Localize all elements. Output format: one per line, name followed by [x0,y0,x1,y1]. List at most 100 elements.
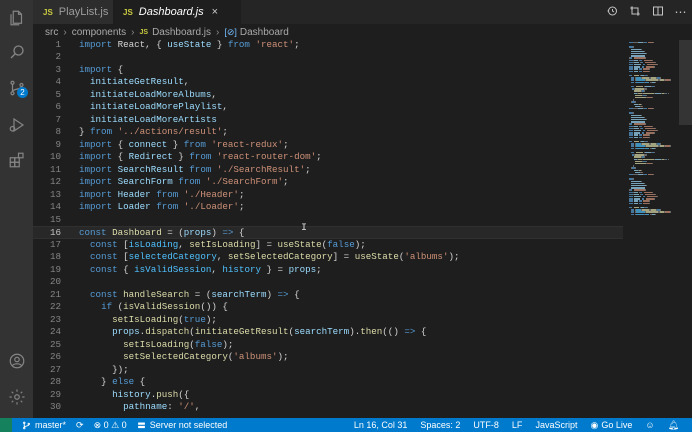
minimap-line [635,211,646,213]
minimap[interactable] [623,40,679,418]
go-live-button[interactable]: ◉ Go Live [590,420,632,431]
minimap-line [631,180,642,182]
end-of-line[interactable]: LF [512,420,523,430]
code-line[interactable]: 3 import { [33,64,623,77]
bell-icon[interactable]: 🔔︎ [668,420,679,431]
problems-indicator[interactable]: ⊗ 0 ⚠ 0 [94,420,127,431]
encoding[interactable]: UTF-8 [473,420,499,430]
minimap-line [629,198,633,200]
code-line[interactable]: 5 initiateLoadMoreAlbums, [33,89,623,102]
more-actions-icon[interactable]: ⋯ [669,5,692,19]
line-number: 28 [49,376,61,387]
tab-playlist[interactable]: JS PlayList.js [33,0,113,24]
minimap-line [633,156,641,158]
minimap-line [631,187,645,189]
breadcrumb-file[interactable]: Dashboard.js [152,27,211,38]
line-number: 2 [55,51,61,62]
breadcrumb-components[interactable]: components [72,27,126,38]
code-line[interactable]: 17 const [isLoading, setIsLoading] = use… [33,239,623,252]
run-debug-icon[interactable] [0,111,33,139]
code-line[interactable]: 9 import { connect } from 'react-redux'; [33,139,623,152]
split-editor-icon[interactable] [646,5,669,20]
code-line[interactable]: 24 props.dispatch(initiateGetResult(sear… [33,326,623,339]
feedback-icon[interactable]: ☺ [645,420,654,430]
code-line[interactable]: 30 pathname: '/', [33,401,623,414]
minimap-line [641,48,643,50]
code-line[interactable]: 22 if (isValidSession()) { [33,301,623,314]
line-number: 6 [55,101,61,112]
code-line[interactable]: 25 setIsLoading(false); [33,339,623,352]
code-line[interactable]: 8} from '../actions/result'; [33,126,623,139]
minimap-line [643,158,654,160]
code-line[interactable]: 1 import React, { useState } from 'react'… [33,40,623,51]
minimap-line [631,152,635,154]
indentation[interactable]: Spaces: 2 [420,420,460,430]
line-number: 29 [49,388,61,400]
code-text: setSelectedCategory('albums'); [123,351,289,362]
settings-gear-icon[interactable] [0,383,33,411]
minimap-line [631,211,635,213]
code-line[interactable]: 16 const Dashboard = (props) => { [33,226,623,239]
minimap-line [635,145,646,147]
sync-icon[interactable]: ⟳ [76,420,84,431]
minimap-line [641,114,643,116]
minimap-line [645,53,647,55]
files-icon[interactable] [0,4,33,32]
minimap-line [639,68,642,70]
scrollbar-thumb[interactable] [679,40,692,125]
code-line[interactable]: 15 [33,214,623,227]
search-icon[interactable] [0,38,33,66]
code-line[interactable]: 11 import SearchResult from './SearchResu… [33,164,623,177]
minimap-line [646,145,658,147]
minimap-line [639,134,642,136]
code-line[interactable]: 4 initiateGetResult, [33,76,623,89]
code-line[interactable]: 23 setIsLoading(true); [33,314,623,327]
server-indicator[interactable]: Server not selected [137,420,227,430]
history-icon[interactable] [600,5,623,20]
code-line[interactable]: 21 const handleSearch = (searchTerm) => … [33,289,623,302]
cursor-position[interactable]: Ln 16, Col 31 [354,420,408,430]
language-mode[interactable]: JavaScript [535,420,577,430]
js-file-icon: JS [139,28,149,36]
minimap-line [634,94,642,97]
remote-indicator[interactable] [0,418,12,432]
line-number: 18 [49,251,61,262]
code-line[interactable]: 28 } else { [33,376,623,389]
code-line[interactable]: 26 setSelectedCategory('albums'); [33,351,623,364]
minimap-line [640,59,643,61]
close-icon[interactable]: × [212,6,218,18]
minimap-line [660,77,662,79]
line-number: 3 [55,63,61,75]
minimap-line [646,79,658,81]
code-line[interactable]: 14 import Loader from './Loader'; [33,201,623,214]
code-line[interactable]: 2 [33,51,623,64]
git-compare-icon[interactable] [623,5,646,20]
code-line[interactable]: 7 initiateLoadMoreArtists [33,114,623,127]
code-line[interactable]: 13 import Header from './Header'; [33,189,623,202]
vertical-scrollbar[interactable] [679,40,692,418]
extensions-icon[interactable] [0,146,33,174]
accounts-icon[interactable] [0,347,33,375]
code-line[interactable]: 6 initiateLoadMorePlaylist, [33,101,623,114]
minimap-line [635,101,637,103]
code-editor[interactable]: 1 import React, { useState } from 'react'… [33,40,623,418]
code-line[interactable]: 27 }); [33,364,623,377]
minimap-line [634,127,639,130]
code-line[interactable]: 10 import { Redirect } from 'react-router… [33,151,623,164]
code-line[interactable]: 19 const { isValidSession, history } = p… [33,264,623,277]
minimap-line [647,141,649,143]
minimap-line [645,119,647,121]
minimap-line [631,209,635,211]
branch-indicator[interactable]: master* [22,420,66,430]
code-line[interactable]: 12 import SearchForm from './SearchForm'; [33,176,623,189]
minimap-line [631,185,646,187]
code-line[interactable]: 20 [33,276,623,289]
code-line[interactable]: 29 history.push({ [33,389,623,402]
breadcrumb-src[interactable]: src [45,27,58,38]
tab-dashboard[interactable]: JS Dashboard.js × [113,0,241,24]
code-line[interactable]: 18 const [selectedCategory, setSelectedC… [33,251,623,264]
breadcrumb-symbol[interactable]: Dashboard [240,27,289,38]
minimap-line [652,97,654,99]
source-control-icon[interactable]: 2 [0,74,33,102]
minimap-line [629,202,633,204]
